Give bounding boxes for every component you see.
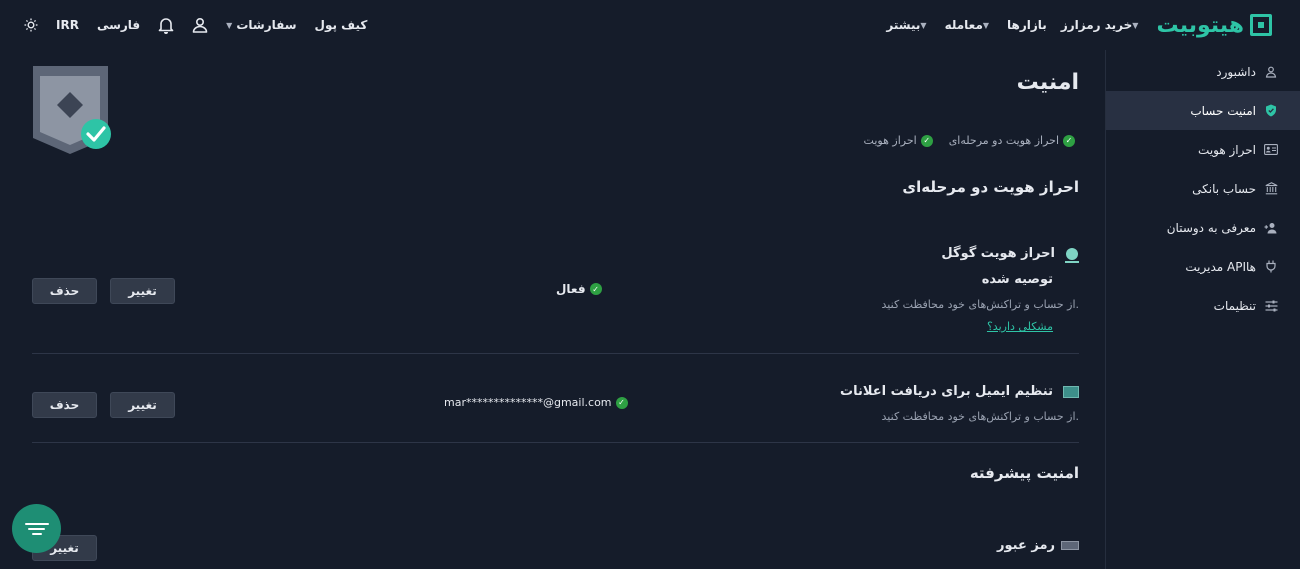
check-circle-icon: ✓ [615,396,628,409]
email-icon [1063,385,1079,398]
email-notify-description: از حساب و تراکنش‌های خود محافظت کنید. [881,410,1079,423]
nav-label: معامله [944,18,983,32]
password-icon [1061,541,1079,550]
check-two-factor: ✓ احراز هویت دو مرحله‌ای [949,134,1075,147]
email-delete-button[interactable]: حذف [32,392,97,418]
orders-menu[interactable]: ▼ سفارشات [226,18,296,32]
chevron-down-icon: ▼ [920,20,927,30]
nav-label: خرید رمزارز [1060,18,1133,32]
google-authenticator-icon [1065,247,1079,263]
nav-buy-crypto[interactable]: خرید رمزارز ▼ [1061,18,1143,32]
chevron-down-icon: ▼ [226,20,233,30]
google-auth-delete-button[interactable]: حذف [32,278,97,304]
plug-icon [1264,260,1278,274]
sidebar-item-label: امنیت حساب [1190,103,1256,118]
sidebar-item-label: تنظیمات [1213,298,1256,313]
wallet-menu[interactable]: کیف پول [315,18,368,32]
user-icon [192,17,208,33]
logo[interactable]: هیتوبیت [1156,12,1276,38]
password-label: رمز عبور [997,538,1055,553]
chevron-down-icon: ▼ [982,20,990,30]
divider [32,442,1079,443]
sidebar-item-label: حساب بانکی [1192,181,1256,196]
email-notify-title: تنظیم ایمیل برای دریافت اعلانات [840,384,1079,399]
sidebar-item-label: داشبورد [1216,64,1256,79]
nav-more[interactable]: بیشتر ▼ [886,18,930,32]
nav-markets[interactable]: بازارها [1007,18,1047,32]
security-checklist: ✓ احراز هویت دو مرحله‌ای ✓ احراز هویت [848,134,1075,147]
top-bar: هیتوبیت خرید رمزارز ▼ بازارها معامله ▼ بیش… [0,0,1300,50]
email-change-button[interactable]: تغییر [110,392,175,418]
user-icon [1264,65,1278,79]
sliders-icon [1264,299,1278,313]
support-button[interactable] [12,504,61,553]
check-circle-icon: ✓ [589,283,602,295]
check-circle-icon: ✓ [920,134,933,147]
currency-label: IRR [56,18,79,32]
google-auth-status: ✓ فعال [556,282,602,296]
notifications-button[interactable] [158,17,174,34]
sidebar-item-account-security[interactable]: امنیت حساب [1106,91,1300,130]
help-link[interactable]: مشکلی دارید؟ [987,320,1053,333]
advanced-security-title: امنیت پیشرفته [969,464,1079,482]
page-title: امنیت [1016,70,1079,95]
orders-label: سفارشات [236,18,297,32]
recommended-label: توصیه شده [981,272,1053,287]
id-card-icon [1264,143,1278,157]
user-nav: IRR فارسی ▼ سفارشات کیف پول [24,0,385,50]
email-value: mar**************@gmail.com [444,396,612,409]
google-auth-title: احراز هویت گوگل [941,246,1079,263]
google-auth-description: از حساب و تراکنش‌های خود محافظت کنید. [881,298,1079,311]
sun-icon [24,18,38,32]
email-status: ✓ mar**************@gmail.com [444,396,628,409]
security-shield-illustration [30,66,116,156]
status-label: فعال [556,282,586,296]
logo-text: هیتوبیت [1156,12,1245,38]
google-auth-label: احراز هویت گوگل [941,246,1055,261]
check-circle-icon: ✓ [1063,134,1075,147]
sidebar: داشبورد امنیت حساب احراز هویت حساب بانکی… [1105,50,1300,569]
language-selector[interactable]: فارسی [97,18,140,32]
divider [32,353,1079,354]
check-label: احراز هویت [863,134,917,147]
sidebar-item-label: مدیریت APIها [1185,259,1256,274]
nav-label: بازارها [1007,18,1047,32]
sidebar-item-settings[interactable]: تنظیمات [1106,286,1300,325]
sidebar-item-bank-account[interactable]: حساب بانکی [1106,169,1300,208]
filter-lines-icon [24,520,49,538]
currency-selector[interactable]: IRR [56,18,79,32]
add-user-icon [1264,221,1278,235]
password-title: رمز عبور [997,538,1079,553]
language-label: فارسی [96,18,141,32]
chevron-down-icon: ▼ [1132,20,1139,30]
sidebar-item-referral[interactable]: معرفی به دوستان [1106,208,1300,247]
sidebar-item-label: احراز هویت [1198,142,1256,157]
wallet-label: کیف پول [314,18,368,32]
check-label: احراز هویت دو مرحله‌ای [948,134,1059,147]
main-nav: هیتوبیت خرید رمزارز ▼ بازارها معامله ▼ بیش… [872,0,1276,50]
nav-trade[interactable]: معامله ▼ [945,18,993,32]
logo-icon [1250,12,1276,38]
google-auth-change-button[interactable]: تغییر [110,278,175,304]
profile-button[interactable] [192,17,208,33]
main-content: امنیت ✓ احراز هویت دو مرحله‌ای ✓ احراز ه… [0,50,1105,569]
theme-toggle[interactable] [24,18,38,32]
sidebar-item-dashboard[interactable]: داشبورد [1106,52,1300,91]
sidebar-item-api[interactable]: مدیریت APIها [1106,247,1300,286]
check-identity: ✓ احراز هویت [864,134,933,147]
email-notify-label: تنظیم ایمیل برای دریافت اعلانات [840,384,1053,399]
sidebar-item-identity[interactable]: احراز هویت [1106,130,1300,169]
bell-icon [158,17,174,34]
bank-icon [1264,182,1278,196]
sidebar-item-label: معرفی به دوستان [1166,220,1256,235]
two-factor-section-title: احراز هویت دو مرحله‌ای [902,178,1079,196]
nav-label: بیشتر [886,18,921,32]
shield-icon [1264,104,1278,118]
